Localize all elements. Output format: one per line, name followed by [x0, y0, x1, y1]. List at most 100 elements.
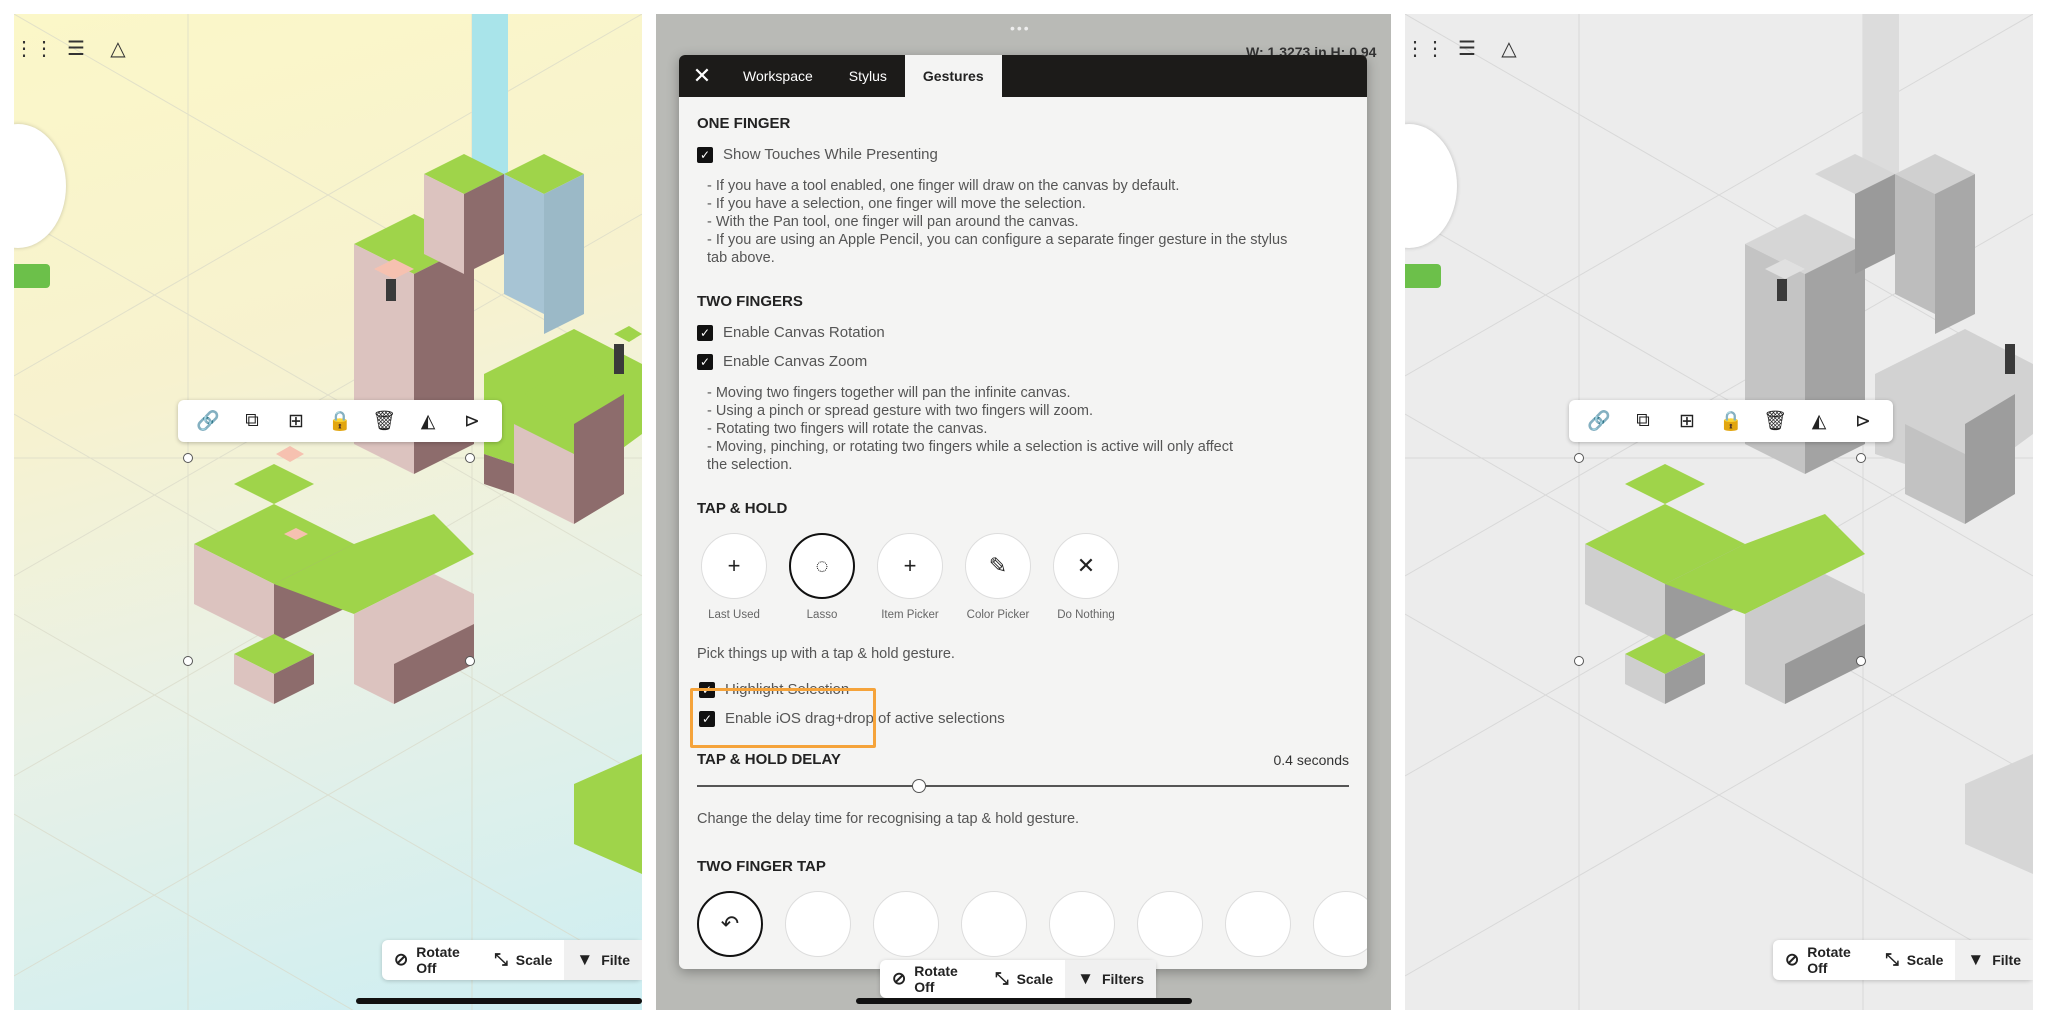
rotate-off-icon: ⊘	[892, 969, 907, 988]
shapes-icon[interactable]: △	[1495, 34, 1523, 62]
arrange-icon[interactable]: ⊞	[276, 406, 316, 436]
show-touches-checkbox[interactable]: ✓ Show Touches While Presenting	[697, 146, 1349, 163]
settings-dialog: ✕ Workspace Stylus Gestures ONE FINGER ✓…	[679, 55, 1367, 969]
eyedropper-icon: ✎	[965, 533, 1031, 599]
home-indicator	[356, 998, 642, 1004]
canvas-rotation-checkbox[interactable]: ✓ Enable Canvas Rotation	[697, 324, 1349, 341]
bottom-toolbar: ⊘ Rotate Off ⤡ Scale ▼ Filte	[1773, 940, 2033, 980]
option-icon[interactable]	[1137, 891, 1203, 957]
option-do-nothing[interactable]: ✕ Do Nothing	[1049, 533, 1123, 621]
section-two-fingers: TWO FINGERS	[697, 293, 803, 310]
rotate-off-icon: ⊘	[1785, 950, 1800, 969]
dialog-body: ONE FINGER ✓ Show Touches While Presenti…	[679, 115, 1367, 957]
grid-menu-icon[interactable]: ⋮⋮	[14, 34, 54, 62]
filters-button[interactable]: ▼ Filters	[1065, 960, 1156, 998]
scale-icon: ⤡	[994, 969, 1009, 988]
selection-handle[interactable]	[1856, 656, 1866, 666]
color-swatch-tab[interactable]	[14, 264, 50, 288]
plus-icon: +	[877, 533, 943, 599]
delete-icon[interactable]: 🗑	[364, 406, 404, 436]
selection-handle[interactable]	[465, 453, 475, 463]
option-last-used[interactable]: + Last Used	[697, 533, 771, 621]
option-icon[interactable]	[873, 891, 939, 957]
canvas-left[interactable]: ⋮⋮ ☰ △ 🔗 ⧉ ⊞ 🔒 🗑 ◭ ⊳ ⊘ Rotate Off ⤡ Scale …	[14, 14, 642, 1010]
scale-icon: ⤡	[1885, 950, 1899, 969]
delay-header: TAP & HOLD DELAY 0.4 seconds	[697, 751, 1349, 768]
option-item-picker[interactable]: + Item Picker	[873, 533, 947, 621]
canvas-grid	[14, 14, 642, 1010]
attach-icon[interactable]: 🔗	[1579, 406, 1619, 436]
two-fingers-description: - Moving two fingers together will pan t…	[707, 385, 1234, 473]
rotate-toggle[interactable]: ⊘ Rotate Off	[382, 940, 482, 980]
close-icon: ✕	[1053, 533, 1119, 599]
delay-value: 0.4 seconds	[1273, 751, 1350, 768]
grid-menu-icon[interactable]: ⋮⋮	[1405, 34, 1445, 62]
check-icon: ✓	[697, 353, 713, 370]
flip-icon[interactable]: ◭	[408, 406, 448, 436]
tab-workspace[interactable]: Workspace	[725, 55, 831, 97]
delay-hint: Change the delay time for recognising a …	[697, 811, 1080, 827]
lock-icon[interactable]: 🔒	[1711, 406, 1751, 436]
rotate-toggle[interactable]: ⊘ Rotate Off	[1773, 940, 1873, 980]
check-icon: ✓	[697, 324, 713, 341]
scale-button[interactable]: ⤡ Scale	[482, 940, 564, 980]
option-color-picker[interactable]: ✎ Color Picker	[961, 533, 1035, 621]
canvas-grid	[1405, 14, 2033, 1010]
bottom-toolbar: ⊘ Rotate Off ⤡ Scale ▼ Filters	[880, 960, 1156, 998]
filters-button[interactable]: ▼ Filte	[1955, 940, 2033, 980]
plus-icon: +	[701, 533, 767, 599]
delay-slider[interactable]	[697, 776, 1349, 796]
option-icon[interactable]	[961, 891, 1027, 957]
attach-icon[interactable]: 🔗	[188, 406, 228, 436]
selection-toolbar: 🔗 ⧉ ⊞ 🔒 🗑 ◭ ⊳	[178, 400, 502, 442]
lock-icon[interactable]: 🔒	[320, 406, 360, 436]
arrange-icon[interactable]: ⊞	[1667, 406, 1707, 436]
rotate-toggle[interactable]: ⊘ Rotate Off	[880, 960, 983, 998]
flip-icon[interactable]: ◭	[1799, 406, 1839, 436]
voxel-tower	[354, 154, 642, 524]
selection-handle[interactable]	[1856, 453, 1866, 463]
canvas-right[interactable]: ⋮⋮ ☰ △ 🔗 ⧉ ⊞ 🔒 🗑 ◭ ⊳ ⊘ Rotate Off ⤡ Scale …	[1405, 14, 2033, 1010]
filter-icon: ▼	[576, 950, 594, 969]
lasso-icon: ◌	[789, 533, 855, 599]
selection-handle[interactable]	[183, 453, 193, 463]
voxel-tower-gray	[1745, 154, 2033, 524]
option-icon[interactable]	[1225, 891, 1291, 957]
option-icon[interactable]	[1313, 891, 1367, 957]
color-swatch-tab[interactable]	[1405, 264, 1441, 288]
option-lasso[interactable]: ◌ Lasso	[785, 533, 859, 621]
align-icon[interactable]: ⊳	[452, 406, 492, 436]
selection-handle[interactable]	[183, 656, 193, 666]
close-icon[interactable]: ✕	[679, 63, 725, 89]
section-tap-hold: TAP & HOLD	[697, 500, 788, 517]
tap-hold-options: + Last Used ◌ Lasso + Item Picker ✎ Colo…	[697, 533, 1349, 621]
voxel-island	[194, 446, 474, 704]
duplicate-icon[interactable]: ⧉	[1623, 406, 1663, 436]
shapes-icon[interactable]: △	[104, 34, 132, 62]
one-finger-description: - If you have a tool enabled, one finger…	[707, 178, 1288, 266]
slider-track	[697, 785, 1349, 787]
scale-button[interactable]: ⤡ Scale	[1873, 940, 1955, 980]
selection-toolbar: 🔗 ⧉ ⊞ 🔒 🗑 ◭ ⊳	[1569, 400, 1893, 442]
top-left-tools: ⋮⋮ ☰ △	[1405, 34, 1523, 62]
selection-handle[interactable]	[1574, 453, 1584, 463]
scale-button[interactable]: ⤡ Scale	[983, 960, 1065, 998]
tab-gestures[interactable]: Gestures	[904, 55, 1002, 97]
selection-handle[interactable]	[1574, 656, 1584, 666]
delete-icon[interactable]: 🗑	[1755, 406, 1795, 436]
drag-grip-icon[interactable]: •••	[1010, 20, 1031, 36]
duplicate-icon[interactable]: ⧉	[232, 406, 272, 436]
layers-icon[interactable]: ☰	[62, 34, 90, 62]
slider-knob[interactable]	[911, 779, 926, 793]
layers-icon[interactable]: ☰	[1453, 34, 1481, 62]
option-icon[interactable]	[785, 891, 851, 957]
undo-icon[interactable]: ↶	[697, 891, 763, 957]
align-icon[interactable]: ⊳	[1843, 406, 1883, 436]
filters-button[interactable]: ▼ Filte	[564, 940, 642, 980]
highlight-annotation-box	[690, 688, 876, 748]
tab-stylus[interactable]: Stylus	[831, 55, 905, 97]
option-icon[interactable]	[1049, 891, 1115, 957]
selection-handle[interactable]	[465, 656, 475, 666]
section-delay: TAP & HOLD DELAY	[697, 751, 841, 768]
canvas-zoom-checkbox[interactable]: ✓ Enable Canvas Zoom	[697, 353, 1349, 370]
